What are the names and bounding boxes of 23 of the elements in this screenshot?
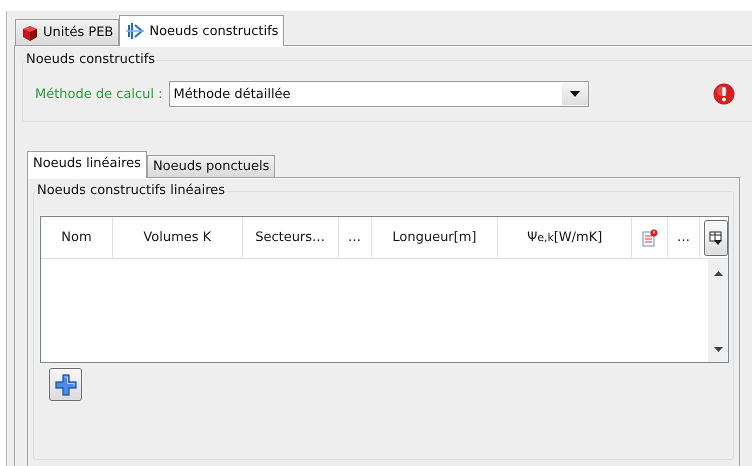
plus-icon <box>54 374 76 396</box>
caret-icon <box>570 91 580 97</box>
column-header[interactable]: Secteurs… <box>242 217 339 258</box>
column-chooser-button[interactable] <box>704 220 728 256</box>
column-header[interactable]: Volumes K <box>112 217 243 258</box>
list-warning-icon <box>642 228 658 246</box>
node-icon <box>125 22 146 40</box>
scroll-down-icon[interactable] <box>714 347 722 352</box>
vertical-scrollbar[interactable] <box>708 259 728 362</box>
tab[interactable]: Noeuds ponctuels <box>146 155 276 177</box>
method-dropdown[interactable]: Méthode détaillée <box>168 81 589 107</box>
cube-icon <box>21 24 39 42</box>
scroll-up-icon[interactable] <box>714 271 722 276</box>
method-label: Méthode de calcul : <box>35 86 163 102</box>
tab[interactable]: Noeuds constructifs <box>119 15 284 46</box>
table-menu-icon <box>709 231 724 245</box>
tab[interactable]: Unités PEB <box>15 19 120 45</box>
column-header[interactable]: … <box>668 217 700 258</box>
add-button[interactable] <box>49 368 82 401</box>
column-header[interactable]: Nom <box>41 217 113 258</box>
column-header[interactable]: … <box>338 217 372 258</box>
column-header[interactable]: Longueur[m] <box>372 217 498 258</box>
tab[interactable]: Noeuds linéaires <box>27 151 147 178</box>
